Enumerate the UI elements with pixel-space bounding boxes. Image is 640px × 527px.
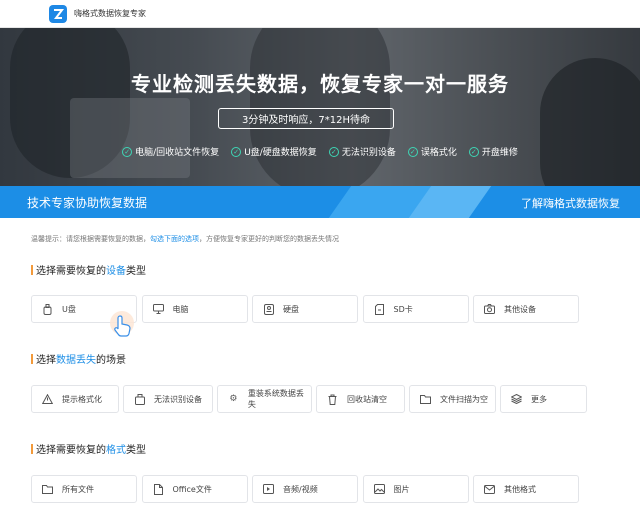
- check-icon: ✓: [407, 146, 418, 157]
- feature-item: ✓ U盘/硬盘数据恢复: [231, 145, 317, 158]
- option-hard-drive[interactable]: 硬盘: [252, 295, 358, 323]
- option-recycle-bin[interactable]: 回收站清空: [316, 385, 405, 413]
- pointer-hand-icon: [109, 310, 139, 340]
- feature-list: ✓ 电脑/回收站文件恢复 ✓ U盘/硬盘数据恢复 ✓ 无法识别设备 ✓ 误格式化 ✓ 开盘…: [0, 145, 640, 158]
- option-more[interactable]: 更多: [500, 385, 587, 413]
- folder-icon: [42, 484, 53, 495]
- gear-icon: ⚙: [229, 394, 238, 404]
- format-options: 所有文件 Office文件 音频/视频 图片 其他格式: [31, 475, 584, 503]
- sd-card-icon: [374, 303, 385, 315]
- option-reinstall-system[interactable]: ⚙ 重装系统数据丢失: [217, 385, 312, 413]
- top-bar: 嗨格式数据恢复专家: [0, 0, 640, 28]
- scenario-options: 提示格式化 无法识别设备 ⚙ 重装系统数据丢失 回收站清空 文件扫描为空 更多: [31, 385, 591, 413]
- section-title-format: 选择需要恢复的 格式 类型: [31, 441, 146, 456]
- check-icon: ✓: [231, 146, 242, 157]
- monitor-icon: [152, 304, 164, 315]
- option-unrecognized-device[interactable]: 无法识别设备: [123, 385, 213, 413]
- option-audio-video[interactable]: 音频/视频: [252, 475, 358, 503]
- folder-icon: [420, 394, 431, 405]
- mail-icon: [484, 484, 495, 495]
- app-title: 嗨格式数据恢复专家: [74, 9, 146, 18]
- warning-icon: [42, 394, 53, 405]
- section-title-device: 选择需要恢复的 设备 类型: [31, 262, 146, 277]
- learn-more-link[interactable]: 了解嗨格式数据恢复: [521, 195, 620, 211]
- device-icon: [134, 393, 145, 405]
- feature-item: ✓ 开盘维修: [468, 145, 518, 158]
- option-images[interactable]: 图片: [362, 475, 469, 503]
- option-computer[interactable]: 电脑: [141, 295, 248, 323]
- media-icon: [263, 484, 274, 495]
- document-icon: [153, 483, 164, 495]
- section-title-scenario: 选择 数据丢失 的场景: [31, 351, 126, 366]
- camera-icon: [484, 304, 495, 315]
- response-badge: 3分钟及时响应，7*12H待命: [218, 108, 394, 129]
- image-icon: [373, 484, 385, 495]
- hero-title: 专业检测丢失数据，恢复专家一对一服务: [131, 72, 509, 96]
- trash-icon: [327, 394, 338, 405]
- option-format-prompt[interactable]: 提示格式化: [31, 385, 119, 413]
- hero-banner: 专业检测丢失数据，恢复专家一对一服务 3分钟及时响应，7*12H待命 ✓ 电脑/回…: [0, 28, 640, 188]
- option-sd-card[interactable]: SD卡: [362, 295, 469, 323]
- banner-title: 技术专家协助恢复数据: [27, 196, 148, 210]
- option-scan-empty[interactable]: 文件扫描为空: [409, 385, 496, 413]
- check-icon: ✓: [328, 146, 339, 157]
- check-icon: ✓: [122, 146, 133, 157]
- option-office-files[interactable]: Office文件: [141, 475, 248, 503]
- hard-drive-icon: [263, 303, 274, 315]
- option-other-formats[interactable]: 其他格式: [473, 475, 579, 503]
- hint-text: 温馨提示：请您根据需要恢复的数据，勾选下面的选项，方便恢复专家更好的判断您的数据…: [31, 235, 339, 243]
- layers-icon: [511, 394, 522, 405]
- app-logo: [49, 4, 67, 23]
- feature-item: ✓ 误格式化: [407, 145, 457, 158]
- option-all-files[interactable]: 所有文件: [31, 475, 137, 503]
- feature-item: ✓ 无法识别设备: [328, 145, 396, 158]
- feature-item: ✓ 电脑/回收站文件恢复: [122, 145, 219, 158]
- option-other-device[interactable]: 其他设备: [473, 295, 579, 323]
- usb-drive-icon: [42, 303, 53, 315]
- check-icon: ✓: [468, 146, 479, 157]
- expert-banner: 技术专家协助恢复数据 了解嗨格式数据恢复: [0, 186, 640, 218]
